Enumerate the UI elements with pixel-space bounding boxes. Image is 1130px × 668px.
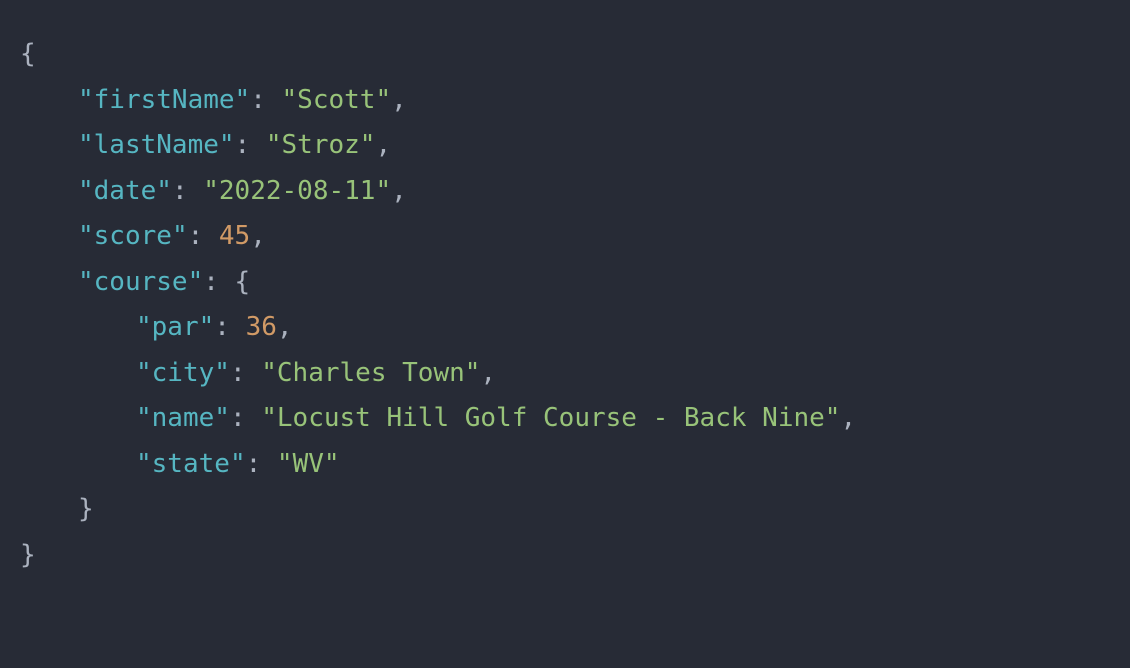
date-line: "date": "2022-08-11", xyxy=(20,169,1110,215)
open-brace-line: { xyxy=(20,32,1110,78)
json-code-block: {"firstName": "Scott","lastName": "Stroz… xyxy=(20,32,1110,578)
par-line: "par": 36, xyxy=(20,305,1110,351)
city-line: "city": "Charles Town", xyxy=(20,351,1110,397)
course-close-line: } xyxy=(20,487,1110,533)
name-line: "name": "Locust Hill Golf Course - Back … xyxy=(20,396,1110,442)
lastname-line: "lastName": "Stroz", xyxy=(20,123,1110,169)
state-line: "state": "WV" xyxy=(20,442,1110,488)
firstname-line: "firstName": "Scott", xyxy=(20,78,1110,124)
score-line: "score": 45, xyxy=(20,214,1110,260)
course-open-line: "course": { xyxy=(20,260,1110,306)
close-brace-line: } xyxy=(20,533,1110,579)
